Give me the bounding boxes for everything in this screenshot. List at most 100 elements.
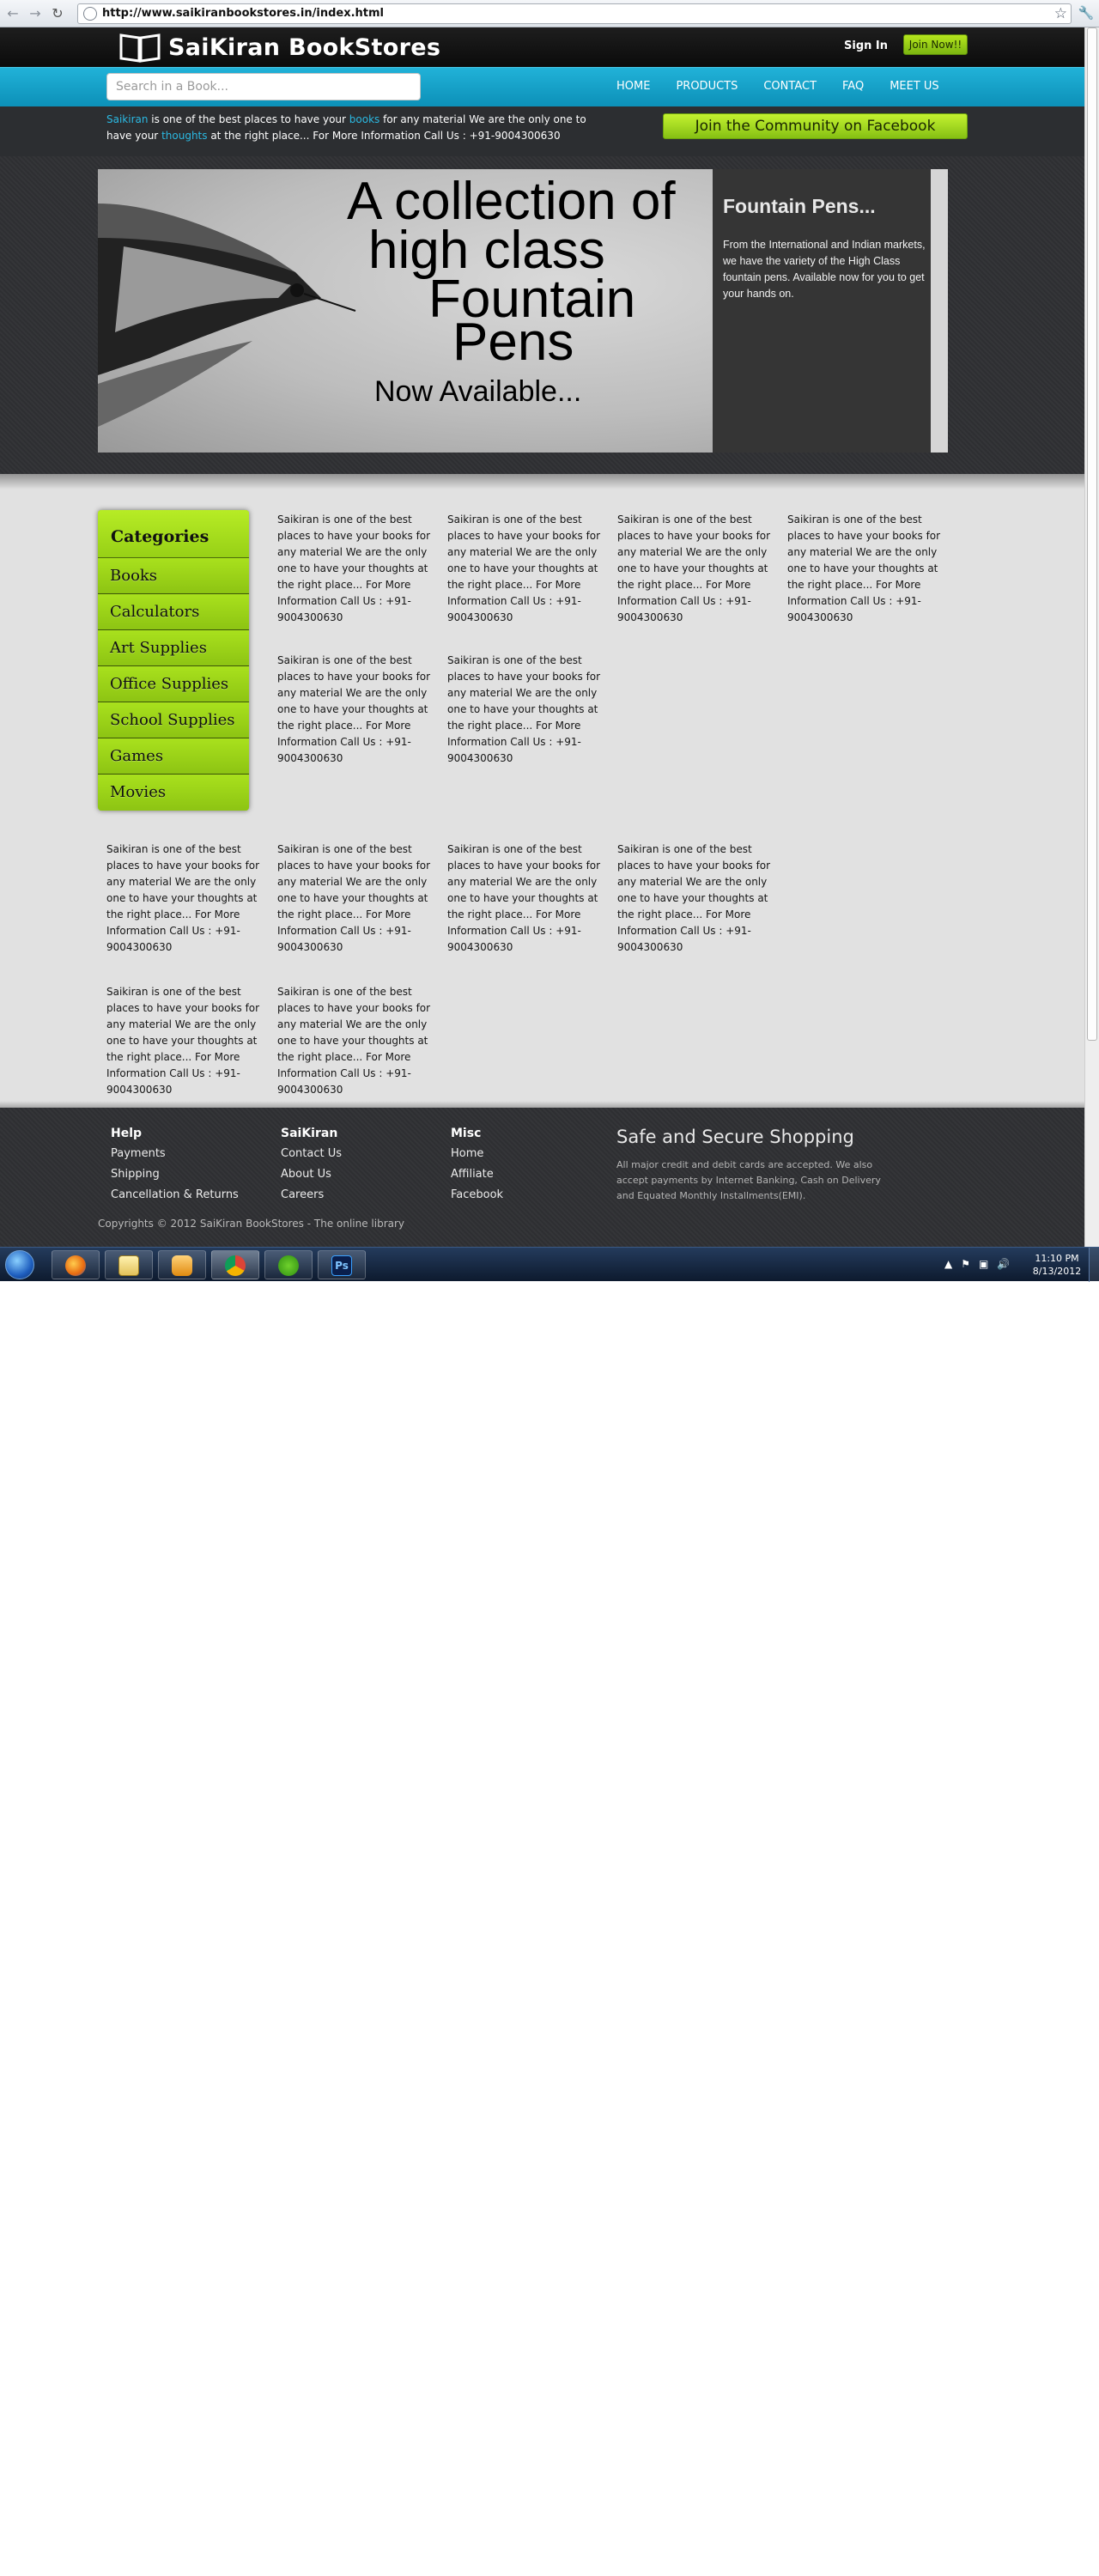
footer-link-facebook[interactable]: Facebook [451, 1185, 503, 1206]
join-now-button[interactable]: Join Now!! [903, 34, 968, 55]
nav-bar: Search in a Book... HOME PRODUCTS CONTAC… [0, 67, 1084, 106]
hero-caption-panel: Fountain Pens... From the International … [713, 169, 948, 453]
intro-text-part: is one of the best places to have your [148, 113, 349, 125]
footer-help-column: Help Payments Shipping Cancellation & Re… [111, 1127, 239, 1206]
product-blurb[interactable]: Saikiran is one of the best places to ha… [106, 984, 263, 1098]
category-books[interactable]: Books [98, 558, 249, 594]
scrollbar[interactable] [1084, 27, 1099, 1247]
main-content: Categories Books Calculators Art Supplie… [0, 489, 1084, 1108]
photoshop-icon: Ps [331, 1255, 352, 1276]
category-movies[interactable]: Movies [98, 775, 249, 811]
category-art-supplies[interactable]: Art Supplies [98, 630, 249, 666]
taskbar-firefox[interactable] [52, 1250, 100, 1279]
nav-faq[interactable]: FAQ [842, 80, 864, 93]
reload-icon[interactable]: ↻ [48, 4, 67, 23]
footer-link-payments[interactable]: Payments [111, 1144, 239, 1164]
secure-shopping: Safe and Secure Shopping All major credi… [616, 1127, 891, 1204]
clock-date: 8/13/2012 [1032, 1266, 1082, 1277]
hero-subline: Now Available... [374, 375, 582, 408]
footer-saikiran-title: SaiKiran [281, 1127, 338, 1140]
footer-link-cancellation[interactable]: Cancellation & Returns [111, 1185, 239, 1206]
volume-icon[interactable]: 🔊 [997, 1258, 1010, 1270]
open-book-icon [119, 33, 161, 63]
slider-next-panel[interactable] [931, 169, 948, 453]
taskbar-chrome[interactable] [211, 1250, 259, 1279]
footer-link-affiliate[interactable]: Affiliate [451, 1164, 503, 1185]
category-office-supplies[interactable]: Office Supplies [98, 666, 249, 702]
start-button[interactable] [5, 1250, 34, 1279]
category-games[interactable]: Games [98, 738, 249, 775]
taskbar-utorrent[interactable] [264, 1250, 313, 1279]
address-bar[interactable]: http://www.saikiranbookstores.in/index.h… [77, 3, 1072, 24]
tray-expand-icon[interactable]: ▲ [944, 1258, 952, 1270]
product-blurb[interactable]: Saikiran is one of the best places to ha… [447, 653, 604, 767]
product-blurb[interactable]: Saikiran is one of the best places to ha… [106, 841, 263, 956]
intro-text-part: at the right place... For More Informati… [207, 130, 561, 142]
footer-link-about[interactable]: About Us [281, 1164, 342, 1185]
product-blurb[interactable]: Saikiran is one of the best places to ha… [447, 512, 604, 626]
product-blurb[interactable]: Saikiran is one of the best places to ha… [277, 653, 434, 767]
category-school-supplies[interactable]: School Supplies [98, 702, 249, 738]
site-logo[interactable]: SaiKiran BookStores [118, 30, 440, 64]
taskbar-media-player[interactable] [158, 1250, 206, 1279]
hero-headline-line2: high class [368, 221, 605, 280]
clock-time: 11:10 PM [1035, 1253, 1079, 1264]
firefox-icon [65, 1255, 86, 1276]
intro-text: Saikiran is one of the best places to ha… [106, 112, 587, 144]
intro-highlight-saikiran: Saikiran [106, 113, 149, 125]
facebook-community-button[interactable]: Join the Community on Facebook [663, 113, 968, 139]
secure-shopping-text: All major credit and debit cards are acc… [616, 1159, 881, 1201]
chrome-icon [225, 1255, 246, 1276]
hero-slide[interactable]: A collection of high class Fountain Pens… [98, 169, 948, 453]
hero-image: A collection of high class Fountain Pens… [98, 169, 713, 453]
product-blurb[interactable]: Saikiran is one of the best places to ha… [277, 512, 434, 626]
copyright: Copyrights © 2012 SaiKiran BookStores - … [98, 1218, 405, 1230]
secure-shopping-title: Safe and Secure Shopping [616, 1127, 854, 1147]
info-bar: Saikiran is one of the best places to ha… [0, 106, 1084, 156]
taskbar-photoshop[interactable]: Ps [318, 1250, 366, 1279]
page-info-icon[interactable] [83, 7, 97, 21]
network-icon[interactable]: ▣ [979, 1258, 988, 1270]
sign-in-link[interactable]: Sign In [844, 39, 888, 52]
nav-meet-us[interactable]: MEET US [890, 80, 938, 93]
scrollbar-thumb[interactable] [1087, 27, 1097, 1041]
nav-products[interactable]: PRODUCTS [676, 80, 738, 93]
back-icon[interactable]: ← [3, 4, 22, 23]
product-blurb[interactable]: Saikiran is one of the best places to ha… [617, 512, 774, 626]
wrench-menu-icon[interactable]: 🔧 [1077, 3, 1096, 22]
nav-contact[interactable]: CONTACT [763, 80, 817, 93]
site-header: SaiKiran BookStores Sign In Join Now!! [0, 27, 1084, 67]
forward-icon[interactable]: → [26, 4, 45, 23]
footer-misc-title: Misc [451, 1127, 482, 1140]
site-footer: Help Payments Shipping Cancellation & Re… [0, 1108, 1084, 1247]
taskbar-explorer[interactable] [105, 1250, 153, 1279]
footer-link-careers[interactable]: Careers [281, 1185, 342, 1206]
footer-help-title: Help [111, 1127, 143, 1140]
categories-menu: Categories Books Calculators Art Supplie… [98, 510, 249, 811]
logo-text: SaiKiran BookStores [168, 33, 441, 61]
footer-misc-column: Misc Home Affiliate Facebook [451, 1127, 503, 1206]
photoshop-icon-label: Ps [335, 1260, 349, 1272]
footer-shadow [0, 1101, 1084, 1108]
footer-link-home[interactable]: Home [451, 1144, 503, 1164]
product-blurb[interactable]: Saikiran is one of the best places to ha… [617, 841, 774, 956]
hero-caption-text: From the International and Indian market… [723, 239, 926, 300]
action-center-icon[interactable]: ⚑ [961, 1258, 970, 1270]
bookmark-star-icon[interactable]: ☆ [1054, 5, 1067, 22]
product-blurb[interactable]: Saikiran is one of the best places to ha… [277, 984, 434, 1098]
taskbar-clock[interactable]: 11:10 PM 8/13/2012 [1030, 1252, 1084, 1278]
address-url[interactable]: http://www.saikiranbookstores.in/index.h… [102, 7, 384, 20]
product-blurb[interactable]: Saikiran is one of the best places to ha… [447, 841, 604, 956]
product-blurb[interactable]: Saikiran is one of the best places to ha… [787, 512, 944, 626]
footer-link-contact[interactable]: Contact Us [281, 1144, 342, 1164]
show-desktop-button[interactable] [1089, 1248, 1099, 1282]
media-player-icon [172, 1255, 192, 1276]
category-calculators[interactable]: Calculators [98, 594, 249, 630]
windows-taskbar: Ps ▲ ⚑ ▣ 🔊 11:10 PM 8/13/2012 [0, 1247, 1099, 1282]
footer-link-shipping[interactable]: Shipping [111, 1164, 239, 1185]
page-viewport: SaiKiran BookStores Sign In Join Now!! S… [0, 27, 1084, 1247]
search-input[interactable]: Search in a Book... [106, 73, 421, 100]
product-blurb[interactable]: Saikiran is one of the best places to ha… [277, 841, 434, 956]
hero-headline-line4: Pens [452, 313, 574, 372]
nav-home[interactable]: HOME [616, 80, 650, 93]
